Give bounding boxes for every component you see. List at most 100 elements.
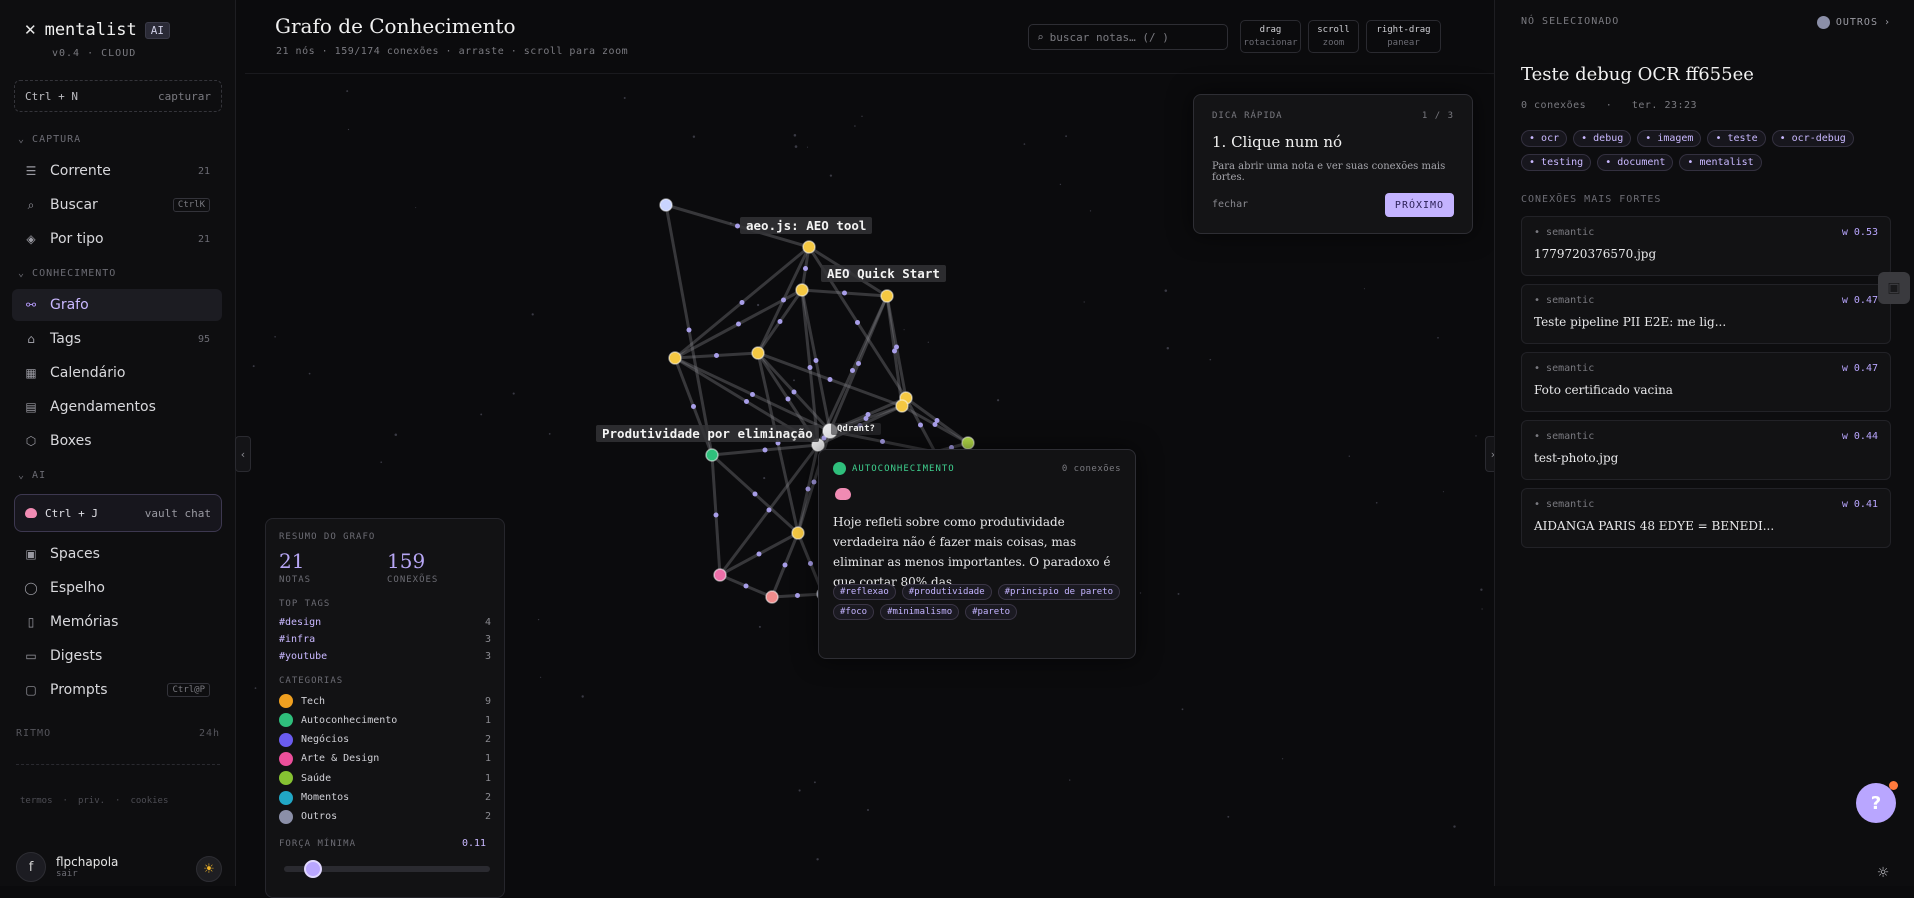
graph-node[interactable] xyxy=(765,590,779,604)
sidebar-item-tags[interactable]: ⌂ Tags 95 xyxy=(12,323,222,355)
graph-node[interactable] xyxy=(791,526,805,540)
top-tag-row[interactable]: #youtube 3 xyxy=(279,651,491,662)
edge-midpoint xyxy=(714,353,719,358)
graph-node[interactable] xyxy=(668,351,682,365)
node-tag[interactable]: • ocr xyxy=(1521,130,1568,147)
sidebar-item-grafo[interactable]: ⚯ Grafo xyxy=(12,289,222,321)
brand[interactable]: ✕ mentalist AI xyxy=(24,20,170,40)
vault-chat-button[interactable]: Ctrl + J vault chat xyxy=(14,494,222,532)
category-icon xyxy=(833,462,846,475)
star-dot xyxy=(692,135,696,138)
search-input[interactable]: ⌕ buscar notas… (/ ) xyxy=(1028,24,1228,50)
popup-tag[interactable]: #pareto xyxy=(965,604,1018,620)
page-title: Grafo de Conhecimento xyxy=(275,14,516,38)
tip-close-button[interactable]: fechar xyxy=(1212,199,1248,210)
category-row[interactable]: Arte & Design 1 xyxy=(279,751,491,766)
connection-type-label: semantic xyxy=(1546,227,1595,238)
category-row[interactable]: Outros 2 xyxy=(279,809,491,824)
tip-next-button[interactable]: PRÓXIMO xyxy=(1385,193,1454,217)
graph-node[interactable] xyxy=(895,399,909,413)
node-label-aeo-quick-start[interactable]: AEO Quick Start xyxy=(821,265,946,282)
node-tag-label: ocr xyxy=(1541,133,1560,144)
tip-label: DICA RÁPIDA xyxy=(1212,111,1283,121)
node-tag[interactable]: • mentalist xyxy=(1679,154,1762,171)
terms-link[interactable]: termos xyxy=(20,796,53,806)
sidebar-item-por-tipo[interactable]: ◈ Por tipo 21 xyxy=(12,223,222,255)
node-tag[interactable]: • debug xyxy=(1573,130,1632,147)
sidebar-item-memorias[interactable]: ▯ Memórias xyxy=(12,606,222,638)
theme-toggle-icon[interactable]: ☀ xyxy=(196,856,222,882)
popup-tag[interactable]: #produtividade xyxy=(901,584,992,600)
popup-tag[interactable]: #reflexao xyxy=(833,584,896,600)
node-tag[interactable]: • testing xyxy=(1521,154,1592,171)
calendar-icon: ▦ xyxy=(25,366,37,380)
user-profile[interactable]: f flpchapola sair xyxy=(16,852,118,882)
cookies-link[interactable]: cookies xyxy=(130,796,168,806)
sidebar-item-buscar[interactable]: ⌕ Buscar CtrlK xyxy=(12,189,222,221)
node-tag[interactable]: • teste xyxy=(1707,130,1766,147)
star-dot xyxy=(861,115,863,118)
graph-node[interactable] xyxy=(705,448,719,462)
node-label-aeo-tool[interactable]: aeo.js: AEO tool xyxy=(740,217,873,234)
top-tag-row[interactable]: #infra 3 xyxy=(279,634,491,645)
category-selector[interactable]: OUTROS › xyxy=(1816,16,1891,29)
node-tag[interactable]: • imagem xyxy=(1637,130,1702,147)
screenshot-icon[interactable]: ▣ xyxy=(1878,272,1910,304)
star-dot xyxy=(793,134,797,137)
graph-node[interactable] xyxy=(802,240,816,254)
graph-node[interactable] xyxy=(961,436,975,450)
node-tag[interactable]: • document xyxy=(1597,154,1674,171)
sidebar-item-agendamentos[interactable]: ▤ Agendamentos xyxy=(12,391,222,423)
connection-card[interactable]: • semantic w 0.47 Teste pipeline PII E2E: … xyxy=(1521,284,1891,344)
node-label-qdrant[interactable]: Qdrant? xyxy=(831,423,881,435)
category-count: 1 xyxy=(484,753,491,765)
node-preview-popup[interactable]: AUTOCONHECIMENTO 0 conexões Hoje refleti… xyxy=(818,449,1136,659)
graph-node[interactable] xyxy=(880,289,894,303)
star-dot xyxy=(274,336,276,338)
category-row[interactable]: Negócios 2 xyxy=(279,732,491,747)
graph-node[interactable] xyxy=(751,346,765,360)
connection-card[interactable]: • semantic w 0.41 AIDANGA PARIS 48 EDYE = … xyxy=(1521,488,1891,548)
sidebar-item-espelho[interactable]: ◯ Espelho xyxy=(12,572,222,604)
star-dot xyxy=(1481,608,1483,610)
category-row[interactable]: Tech 9 xyxy=(279,694,491,708)
brightness-icon[interactable]: ☼ xyxy=(1872,862,1894,884)
category-row[interactable]: Autoconhecimento 1 xyxy=(279,713,491,728)
privacy-link[interactable]: priv. xyxy=(78,796,105,806)
logout-link[interactable]: sair xyxy=(56,869,118,879)
help-button[interactable]: ? xyxy=(1856,781,1898,823)
star-dot xyxy=(1209,358,1212,361)
star-dot xyxy=(548,432,551,435)
popup-tag[interactable]: #principio de pareto xyxy=(997,584,1121,600)
top-tag-row[interactable]: #design 4 xyxy=(279,617,491,628)
sidebar-item-prompts[interactable]: ▢ Prompts Ctrl@P xyxy=(12,674,222,706)
section-ai[interactable]: ⌄ AI xyxy=(18,470,46,481)
popup-tag[interactable]: #foco xyxy=(833,604,875,620)
star-dot xyxy=(537,618,540,621)
graph-node[interactable] xyxy=(659,198,673,212)
edge-midpoint xyxy=(795,593,800,598)
graph-summary-panel: RESUMO DO GRAFO 21 NOTAS 159 CONEXÕES TO… xyxy=(265,518,505,898)
graph-node[interactable] xyxy=(713,568,727,582)
category-row[interactable]: Saúde 1 xyxy=(279,771,491,786)
category-row[interactable]: Momentos 2 xyxy=(279,790,491,805)
tag-count: 4 xyxy=(484,617,491,628)
section-capture[interactable]: ⌄ CAPTURA xyxy=(18,134,81,145)
sidebar-item-calendario[interactable]: ▦ Calendário xyxy=(12,357,222,389)
popup-tag[interactable]: #minimalismo xyxy=(880,604,960,620)
sidebar-item-digests[interactable]: ▭ Digests xyxy=(12,640,222,672)
star-dot xyxy=(816,858,819,861)
slider-handle[interactable] xyxy=(303,860,322,878)
capture-button[interactable]: Ctrl + N capturar xyxy=(14,80,222,112)
sidebar-item-spaces[interactable]: ▣ Spaces xyxy=(12,538,222,570)
connection-card[interactable]: • semantic w 0.53 1779720376570.jpg xyxy=(1521,216,1891,276)
connection-card[interactable]: • semantic w 0.47 Foto certificado vacina xyxy=(1521,352,1891,412)
graph-node[interactable] xyxy=(795,283,809,297)
notes-count: 21 xyxy=(279,549,305,573)
node-label-produtividade[interactable]: Produtividade por eliminação xyxy=(596,425,819,442)
sidebar-item-boxes[interactable]: ⬡ Boxes xyxy=(12,425,222,457)
sidebar-item-corrente[interactable]: ☰ Corrente 21 xyxy=(12,155,222,187)
section-knowledge[interactable]: ⌄ CONHECIMENTO xyxy=(18,268,116,279)
node-tag[interactable]: • ocr-debug xyxy=(1771,130,1854,147)
connection-card[interactable]: • semantic w 0.44 test-photo.jpg xyxy=(1521,420,1891,480)
